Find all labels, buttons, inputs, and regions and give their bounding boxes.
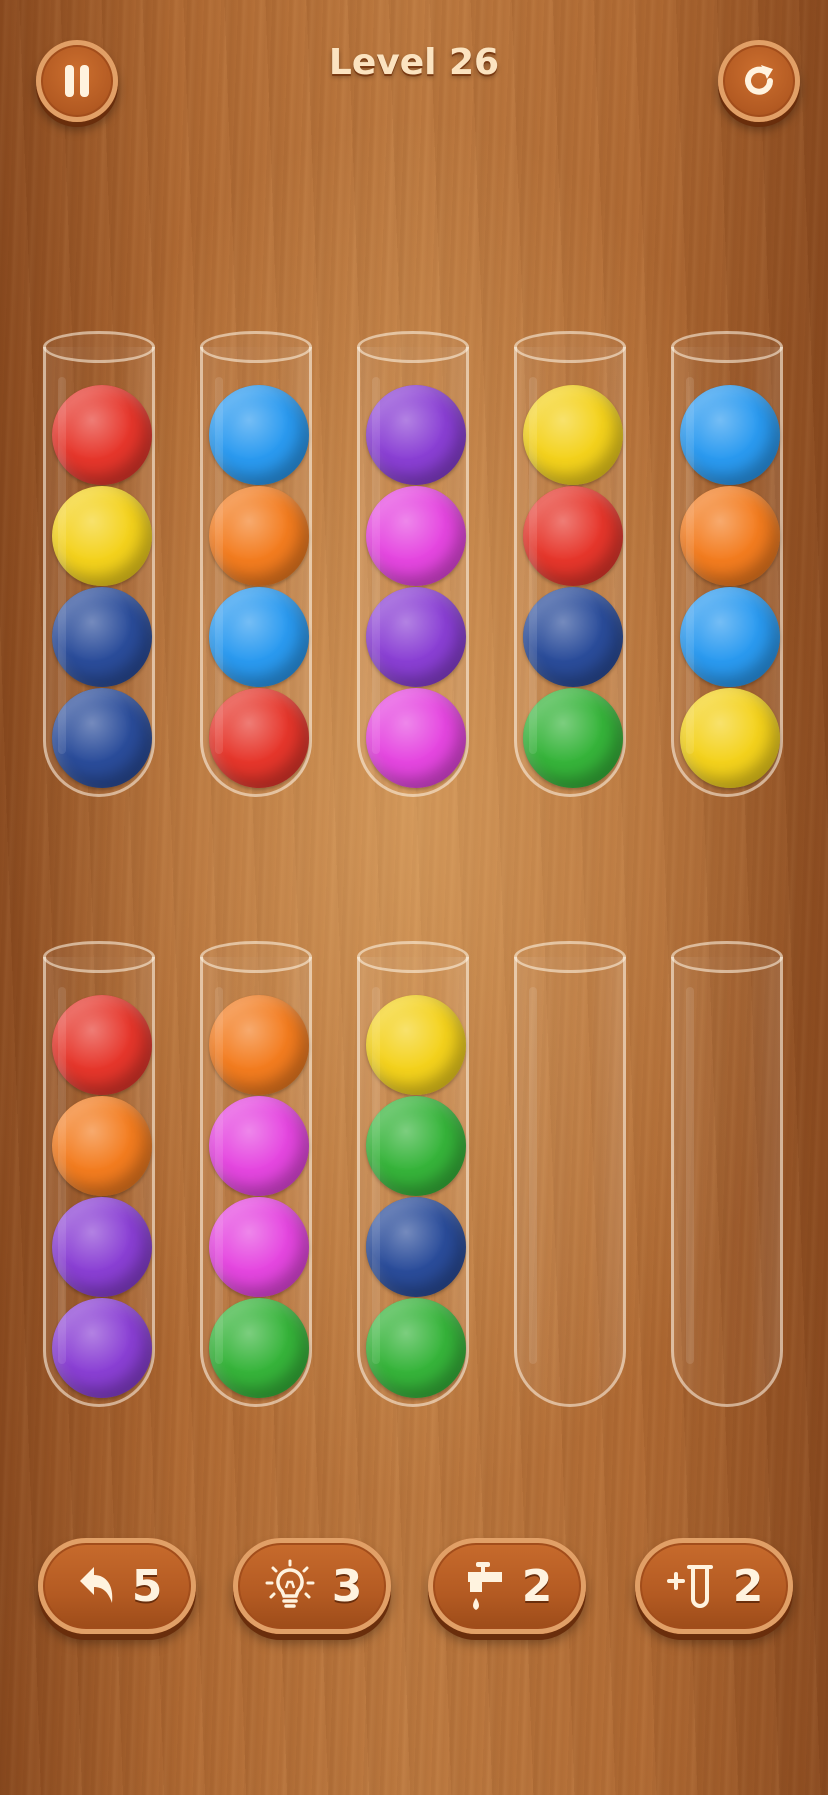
- ball-orange: [209, 995, 309, 1095]
- ball-purple: [366, 385, 466, 485]
- add-tube-count: 2: [732, 1560, 764, 1612]
- tube-4[interactable]: [514, 331, 626, 797]
- ball-navy: [52, 587, 152, 687]
- undo-button[interactable]: 5: [38, 1538, 196, 1634]
- add-tube-icon: [665, 1561, 719, 1611]
- tube-8[interactable]: [357, 941, 469, 1407]
- tube-6[interactable]: [43, 941, 155, 1407]
- ball-yellow: [52, 486, 152, 586]
- add-tube-button[interactable]: 2: [635, 1538, 793, 1634]
- ball-red: [209, 688, 309, 788]
- ball-magenta: [209, 1197, 309, 1297]
- ball-navy: [366, 1197, 466, 1297]
- restart-button[interactable]: [718, 40, 800, 122]
- hint-count: 3: [331, 1560, 363, 1612]
- undo-icon: [72, 1561, 118, 1611]
- ball-green: [209, 1298, 309, 1398]
- ball-blue: [209, 587, 309, 687]
- ball-green: [523, 688, 623, 788]
- tube-9[interactable]: [514, 941, 626, 1407]
- ball-orange: [209, 486, 309, 586]
- tube-2[interactable]: [200, 331, 312, 797]
- undo-count: 5: [131, 1560, 163, 1612]
- tube-1[interactable]: [43, 331, 155, 797]
- tube-7[interactable]: [200, 941, 312, 1407]
- hint-button[interactable]: 3: [233, 1538, 391, 1634]
- ball-purple: [366, 587, 466, 687]
- ball-blue: [680, 385, 780, 485]
- tube-5[interactable]: [671, 331, 783, 797]
- ball-orange: [52, 1096, 152, 1196]
- ball-green: [366, 1096, 466, 1196]
- ball-green: [366, 1298, 466, 1398]
- ball-magenta: [366, 688, 466, 788]
- ball-purple: [52, 1298, 152, 1398]
- ball-yellow: [680, 688, 780, 788]
- level-title: Level 26: [328, 42, 500, 83]
- ball-yellow: [366, 995, 466, 1095]
- ball-blue: [680, 587, 780, 687]
- faucet-icon: [462, 1558, 508, 1614]
- pause-button[interactable]: [36, 40, 118, 122]
- ball-orange: [680, 486, 780, 586]
- restart-icon: [745, 65, 773, 95]
- ball-magenta: [366, 486, 466, 586]
- tube-10[interactable]: [671, 941, 783, 1407]
- ball-red: [52, 385, 152, 485]
- pour-count: 2: [521, 1560, 553, 1612]
- ball-purple: [52, 1197, 152, 1297]
- tube-3[interactable]: [357, 331, 469, 797]
- pause-icon: [65, 65, 89, 97]
- ball-navy: [52, 688, 152, 788]
- ball-red: [52, 995, 152, 1095]
- ball-red: [523, 486, 623, 586]
- pour-button[interactable]: 2: [428, 1538, 586, 1634]
- ball-blue: [209, 385, 309, 485]
- lightbulb-icon: [262, 1558, 318, 1614]
- ball-magenta: [209, 1096, 309, 1196]
- ball-yellow: [523, 385, 623, 485]
- ball-navy: [523, 587, 623, 687]
